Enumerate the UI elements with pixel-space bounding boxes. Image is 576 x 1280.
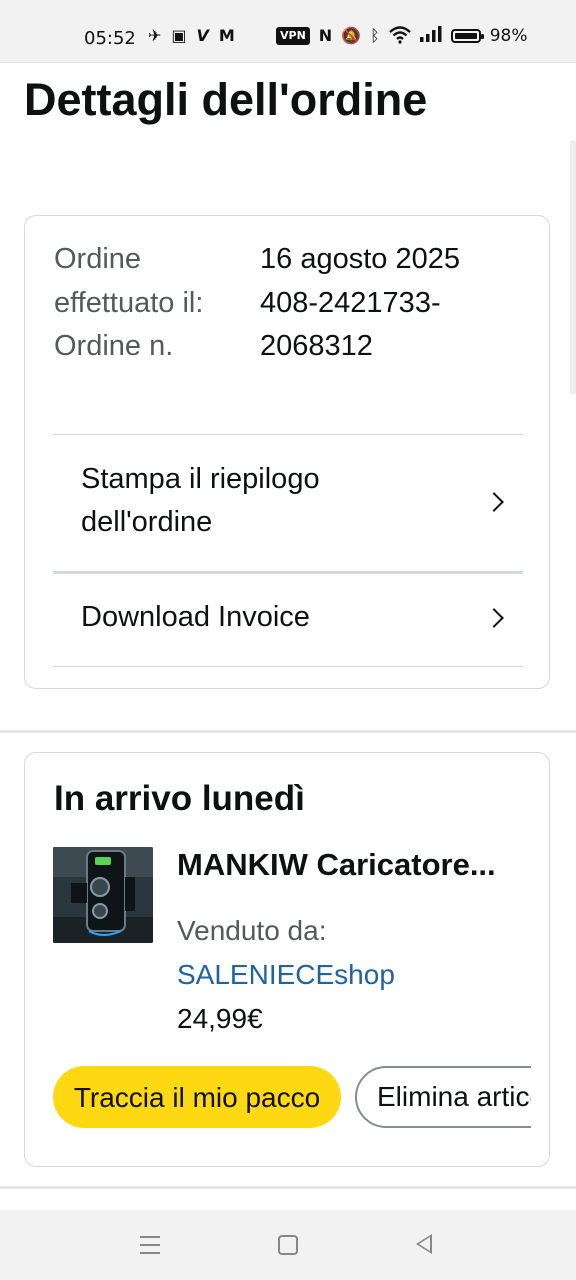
divider <box>53 434 523 435</box>
back-icon[interactable] <box>416 1234 432 1254</box>
mute-icon: 🔕 <box>341 26 362 45</box>
arrival-heading: In arrivo lunedì <box>54 779 305 818</box>
action-buttons-scroller[interactable]: Elimina articolo <box>355 1066 531 1128</box>
product-price: 24,99€ <box>177 1003 263 1034</box>
v-app-icon: V <box>196 26 209 45</box>
divider <box>53 666 523 667</box>
order-number-label: Ordine n. <box>54 330 174 362</box>
nfc-icon: N <box>318 26 333 45</box>
order-info-values: 16 agosto 2025 408-2421733-2068312 <box>260 238 530 369</box>
wifi-icon <box>388 26 411 46</box>
order-summary-card: Ordine effettuato il: Ordine n. 16 agost… <box>24 215 550 689</box>
order-date-label: Ordine effettuato il: <box>54 243 204 319</box>
print-summary-link[interactable]: Stampa il riepilogo dell'ordine <box>53 456 523 556</box>
chevron-right-icon <box>484 492 504 512</box>
section-separator <box>0 730 576 733</box>
order-info-labels: Ordine effettuato il: Ordine n. <box>54 238 234 369</box>
divider <box>53 571 523 574</box>
track-package-button[interactable]: Traccia il mio pacco <box>53 1066 341 1128</box>
download-invoice-link[interactable]: Download Invoice <box>53 594 523 654</box>
scrollbar[interactable] <box>570 140 576 395</box>
notification-icons: ✈ ▣ V M <box>148 26 235 46</box>
vpn-icon: VPN <box>276 27 310 45</box>
sold-by-label: Venduto da: <box>177 915 327 946</box>
shipment-card: In arrivo lunedì MANKIW Caricatore... Ve… <box>24 752 550 1167</box>
chevron-right-icon <box>484 608 504 628</box>
gmail-icon: M <box>218 26 235 45</box>
delete-item-button[interactable]: Elimina articolo <box>355 1066 531 1128</box>
battery-icon <box>450 29 484 43</box>
print-summary-label: Stampa il riepilogo dell'ordine <box>81 463 320 538</box>
product-image[interactable] <box>53 847 153 943</box>
seller-link[interactable]: SALENIECEshop <box>177 953 395 997</box>
home-icon[interactable] <box>278 1235 298 1255</box>
signal-icon <box>419 26 442 46</box>
system-nav-bar <box>0 1210 576 1280</box>
menu-icon[interactable] <box>140 1236 160 1260</box>
page-title: Dettagli dell'ordine <box>24 74 428 125</box>
system-icons: VPN N 🔕 ᛒ 98% <box>276 26 528 46</box>
telegram-icon: ✈ <box>148 26 162 45</box>
section-separator <box>0 1186 576 1189</box>
order-number-value: 408-2421733-2068312 <box>260 286 441 363</box>
status-bar: 05:52 ✈ ▣ V M VPN N 🔕 ᛒ 98% <box>0 0 576 63</box>
battery-percent: 98% <box>489 26 528 46</box>
calendar-icon: ▣ <box>171 26 187 45</box>
order-date-value: 16 agosto 2025 <box>260 243 460 275</box>
download-invoice-label: Download Invoice <box>81 601 310 633</box>
status-time: 05:52 <box>84 28 136 49</box>
bluetooth-icon: ᛒ <box>370 26 380 45</box>
product-title-link[interactable]: MANKIW Caricatore... <box>177 843 517 887</box>
